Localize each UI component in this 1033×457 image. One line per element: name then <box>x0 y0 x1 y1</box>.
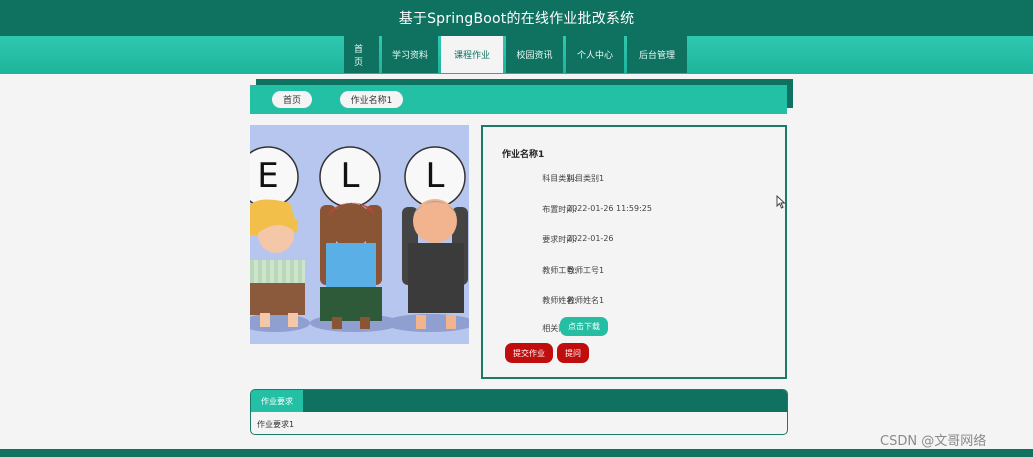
field-value: 2022-01-26 <box>567 234 614 243</box>
top-header: 基于SpringBoot的在线作业批改系统 <box>0 0 1033 36</box>
breadcrumb-current[interactable]: 作业名称1 <box>340 91 403 108</box>
field-teacher-name: 教师姓名: 教师姓名1 <box>483 295 783 307</box>
nav-item-personal-center[interactable]: 个人中心 <box>566 36 624 73</box>
requirements-panel: 作业要求 作业要求1 <box>250 389 788 435</box>
homework-cover-image: E L L <box>250 125 469 344</box>
footer-bar <box>0 449 1033 457</box>
watermark: CSDN @文哥网络 <box>880 434 987 449</box>
tab-requirements[interactable]: 作业要求 <box>251 390 303 412</box>
homework-title: 作业名称1 <box>502 150 545 160</box>
field-value: 教师工号1 <box>567 266 605 275</box>
requirements-header <box>251 390 787 412</box>
submit-homework-button[interactable]: 提交作业 <box>505 343 553 363</box>
homework-detail-panel: 作业名称1 科目类别: 科目类别1 布置时间: 2022-01-26 11:59… <box>481 125 787 379</box>
main-nav: 首页 学习资料 课程作业 校园资讯 个人中心 后台管理 <box>344 36 690 73</box>
nav-item-course-homework[interactable]: 课程作业 <box>441 36 503 73</box>
field-due-time: 要求时间: 2022-01-26 <box>483 234 783 246</box>
nav-item-campus-news[interactable]: 校园资讯 <box>506 36 563 73</box>
breadcrumb-home[interactable]: 首页 <box>272 91 312 108</box>
requirements-content: 作业要求1 <box>257 420 295 429</box>
mouse-cursor-icon <box>776 195 786 209</box>
field-assigned-time: 布置时间: 2022-01-26 11:59:25 <box>483 204 783 216</box>
nav-item-home[interactable]: 首页 <box>344 36 379 73</box>
sign-letter-e: E <box>257 156 278 196</box>
field-subject-category: 科目类别: 科目类别1 <box>483 173 783 185</box>
download-button[interactable]: 点击下载 <box>560 317 608 336</box>
ask-question-button[interactable]: 提问 <box>557 343 589 363</box>
cartoon-illustration: E L L <box>250 125 469 344</box>
field-attachment: 相关附件: <box>483 323 783 335</box>
breadcrumb: 首页 作业名称1 <box>250 85 787 114</box>
field-value: 教师姓名1 <box>567 296 605 305</box>
field-value: 科目类别1 <box>567 174 605 183</box>
nav-item-admin[interactable]: 后台管理 <box>627 36 687 73</box>
sign-letter-l-2: L <box>426 156 445 196</box>
sign-letter-l-1: L <box>341 156 360 196</box>
nav-item-study-materials[interactable]: 学习资料 <box>382 36 438 73</box>
field-value: 2022-01-26 11:59:25 <box>567 204 652 213</box>
site-title: 基于SpringBoot的在线作业批改系统 <box>398 11 635 27</box>
field-teacher-id: 教师工号: 教师工号1 <box>483 265 783 277</box>
